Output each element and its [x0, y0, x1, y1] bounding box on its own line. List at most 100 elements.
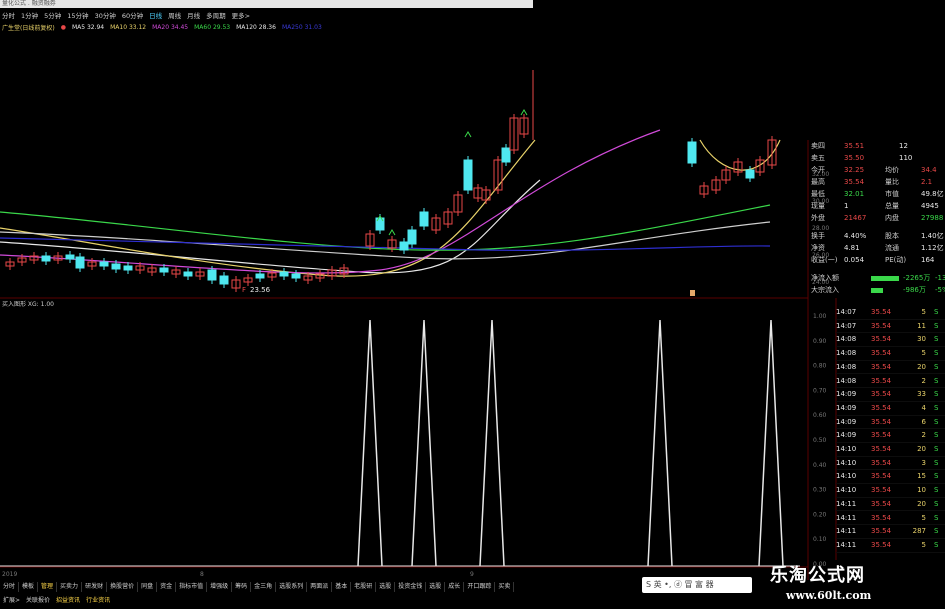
- tick-price: 35.54: [871, 431, 892, 440]
- bottom-tab[interactable]: 买卖: [495, 582, 515, 592]
- bottom-tab[interactable]: 投资金钱: [395, 582, 427, 592]
- tick-row: 14:10 35.54 20 S: [836, 443, 945, 457]
- quote-label: 今开: [811, 166, 825, 174]
- quote-label-2: 股本: [885, 232, 899, 240]
- bottom-tab[interactable]: 增强级: [207, 582, 233, 592]
- bottom-tab[interactable]: 开口跟踪: [464, 582, 496, 592]
- tick-volume: 10: [917, 486, 926, 495]
- quote-value-2: 164: [921, 256, 935, 264]
- quote-value-2: 4945: [921, 202, 939, 210]
- quote-row: 大宗流入 -986万 -5%: [811, 284, 945, 296]
- tick-volume: 5: [921, 349, 926, 358]
- tick-row: 14:08 35.54 5 S: [836, 347, 945, 361]
- tick-volume: 30: [917, 335, 926, 344]
- bottom-tab[interactable]: 两面派: [307, 582, 333, 592]
- quote-row: 卖五 35.50 110: [811, 152, 945, 164]
- quote-value-2: 49.8亿: [921, 190, 944, 198]
- quote-value-2: 1.12亿: [921, 244, 944, 252]
- tick-side: S: [934, 431, 939, 440]
- quote-label: 收益(一): [811, 256, 838, 264]
- bottom-tab[interactable]: 买卖力: [57, 582, 83, 592]
- tick-volume: 287: [912, 527, 926, 536]
- bottom-tab-2[interactable]: 关联报价: [23, 595, 53, 604]
- quote-value: 32.01: [844, 190, 865, 198]
- tick-side: S: [934, 335, 939, 344]
- bottom-tab[interactable]: 筹码: [232, 582, 252, 592]
- tick-side: S: [934, 321, 939, 330]
- quote-row: 换手 4.40% 股本 1.40亿: [811, 230, 945, 242]
- quote-row: 卖四 35.51 12: [811, 140, 945, 152]
- tick-row: 14:08 35.54 2 S: [836, 375, 945, 389]
- indicator-axis-label: 0.60: [813, 412, 827, 419]
- tick-side: S: [934, 417, 939, 426]
- candlestick: [399, 241, 409, 251]
- bottom-tab[interactable]: 分时: [0, 582, 20, 592]
- tick-volume: 3: [921, 458, 926, 467]
- quote-value: 1: [844, 202, 849, 210]
- bottom-tab[interactable]: 选股: [376, 582, 396, 592]
- bottom-tab[interactable]: 同盘: [138, 582, 158, 592]
- quote-label-2: 总量: [885, 202, 899, 210]
- tick-row: 14:09 35.54 2 S: [836, 429, 945, 443]
- quote-value: 4.40%: [844, 232, 867, 240]
- indicator-axis-label: 0.80: [813, 363, 827, 370]
- tick-volume: 5: [921, 540, 926, 549]
- tick-price: 35.54: [871, 486, 892, 495]
- tick-time: 14:07: [836, 321, 857, 330]
- tick-price: 35.54: [871, 403, 892, 412]
- flow-pct: -13%: [935, 274, 945, 282]
- tick-price: 35.54: [871, 527, 892, 536]
- tick-price: 35.54: [871, 321, 892, 330]
- tick-side: S: [934, 513, 939, 522]
- tick-side: S: [934, 458, 939, 467]
- bottom-tab[interactable]: 选股: [426, 582, 446, 592]
- tick-price: 35.54: [871, 349, 892, 358]
- bottom-tab-2[interactable]: 招益资讯: [53, 595, 83, 604]
- tick-time: 14:08: [836, 349, 857, 358]
- bottom-tab-2[interactable]: 行业资讯: [83, 595, 113, 604]
- quote-value-2: 2.1: [921, 178, 933, 186]
- candlestick: [419, 211, 429, 227]
- tick-time: 14:09: [836, 431, 857, 440]
- tick-side: S: [934, 390, 939, 399]
- tick-row: 14:11 35.54 287 S: [836, 525, 945, 539]
- quote-label: 最高: [811, 178, 825, 186]
- quote-value-2: 1.40亿: [921, 232, 944, 240]
- tick-side: S: [934, 486, 939, 495]
- quote-label: 外盘: [811, 214, 825, 222]
- tick-time: 14:11: [836, 527, 857, 536]
- bottom-tab[interactable]: 选股系列: [276, 582, 308, 592]
- signal-arrow-icon: [388, 229, 396, 236]
- flow-bar: [871, 276, 899, 281]
- bottom-tab[interactable]: 换股营价: [107, 582, 139, 592]
- candlestick: [219, 275, 229, 285]
- tick-row: 14:10 35.54 10 S: [836, 484, 945, 498]
- bottom-tab[interactable]: 研发财: [82, 582, 108, 592]
- bottom-tab[interactable]: 老股研: [351, 582, 377, 592]
- bottom-tab[interactable]: 指标市值: [176, 582, 208, 592]
- ma60-line: [0, 204, 771, 251]
- brand-logo-strip: S 英 •, ⓓ 冒 富 器: [642, 577, 752, 593]
- tick-time: 14:11: [836, 540, 857, 549]
- quote-value-2: 34.4: [921, 166, 937, 174]
- tick-volume: 5: [921, 513, 926, 522]
- candlestick: [65, 254, 75, 260]
- date-axis-label: 2019: [2, 571, 17, 578]
- bottom-tab-2[interactable]: 扩展>: [0, 595, 23, 604]
- quote-row: 收益(一) 0.054 PE(动) 164: [811, 254, 945, 266]
- signal-arrow-icon: [464, 131, 472, 138]
- flow-value: -2265万: [903, 274, 931, 282]
- bottom-tab[interactable]: 管理: [38, 582, 58, 592]
- tick-volume: 2: [921, 376, 926, 385]
- flow-pct: -5%: [935, 286, 945, 294]
- quote-value: 35.50: [844, 154, 865, 162]
- tick-price: 35.54: [871, 308, 892, 316]
- watermark-url: www.60lt.com: [786, 589, 872, 602]
- bottom-tab[interactable]: 模板: [19, 582, 39, 592]
- bottom-tab[interactable]: 资金: [157, 582, 177, 592]
- bottom-tab[interactable]: 基本: [332, 582, 352, 592]
- bottom-tab[interactable]: 金三角: [251, 582, 277, 592]
- bottom-tab[interactable]: 成长: [445, 582, 465, 592]
- indicator-axis-label: 0.70: [813, 387, 827, 394]
- tick-side: S: [934, 376, 939, 385]
